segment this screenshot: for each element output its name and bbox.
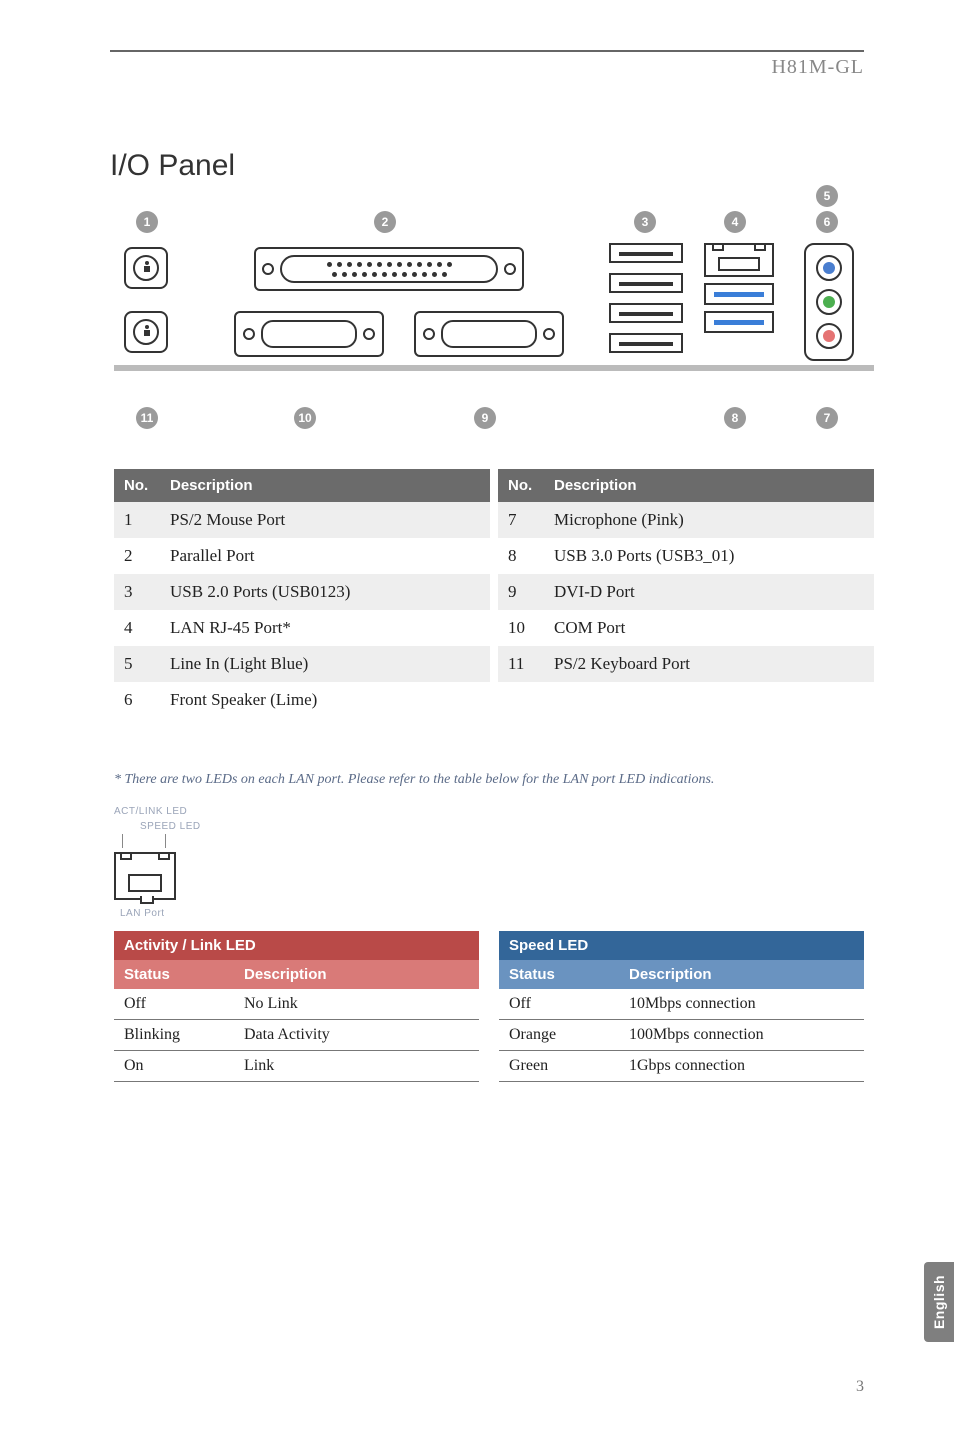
callout-9: 9 [474, 407, 496, 429]
lan-port-label: LAN Port [120, 906, 234, 921]
table-row: Green1Gbps connection [499, 1051, 864, 1082]
callout-11: 11 [136, 407, 158, 429]
callout-10: 10 [294, 407, 316, 429]
desc-head-no-right: No. [498, 469, 544, 502]
speed-led-table: Speed LED Status Description Off10Mbps c… [499, 931, 864, 1082]
table-row: 3USB 2.0 Ports (USB0123)9DVI-D Port [114, 574, 874, 610]
callout-3: 3 [634, 211, 656, 233]
lan-port-figure: ACT/LINK LED SPEED LED LAN Port [114, 804, 234, 921]
jack-mic [823, 330, 835, 342]
speed-col-desc: Description [619, 960, 864, 989]
desc-head-desc-left: Description [160, 469, 490, 502]
table-row: Orange100Mbps connection [499, 1020, 864, 1051]
table-row: 2Parallel Port8USB 3.0 Ports (USB3_01) [114, 538, 874, 574]
act-table-title: Activity / Link LED [114, 931, 479, 960]
io-panel-diagram: 1 2 3 4 5 6 [114, 211, 874, 441]
callout-1: 1 [136, 211, 158, 233]
callout-4: 4 [724, 211, 746, 233]
speed-col-status: Status [499, 960, 619, 989]
activity-link-led-table: Activity / Link LED Status Description O… [114, 931, 479, 1082]
desc-head-desc-right: Description [544, 469, 874, 502]
table-row: 4LAN RJ-45 Port*10COM Port [114, 610, 874, 646]
table-row: Off10Mbps connection [499, 989, 864, 1020]
table-row: 6Front Speaker (Lime) [114, 682, 874, 718]
callout-5: 5 [816, 185, 838, 207]
language-tab: English [924, 1262, 954, 1342]
footnote: * There are two LEDs on each LAN port. P… [114, 772, 864, 788]
act-col-status: Status [114, 960, 234, 989]
desc-head-no-left: No. [114, 469, 160, 502]
table-row: 1PS/2 Mouse Port7Microphone (Pink) [114, 502, 874, 538]
jack-line-in [823, 262, 835, 274]
page-title: I/O Panel [110, 149, 864, 183]
page-number: 3 [856, 1378, 864, 1396]
table-row: 5Line In (Light Blue)11PS/2 Keyboard Por… [114, 646, 874, 682]
description-table: No. Description No. Description 1PS/2 Mo… [114, 469, 874, 718]
callout-8: 8 [724, 407, 746, 429]
top-rule [110, 50, 864, 52]
act-link-led-label: ACT/LINK LED [114, 804, 234, 819]
act-col-desc: Description [234, 960, 479, 989]
table-row: BlinkingData Activity [114, 1020, 479, 1051]
model-label: H81M-GL [110, 56, 864, 79]
speed-table-title: Speed LED [499, 931, 864, 960]
table-row: OnLink [114, 1051, 479, 1082]
table-row: OffNo Link [114, 989, 479, 1020]
jack-speaker [823, 296, 835, 308]
callout-6: 6 [816, 211, 838, 233]
callout-7: 7 [816, 407, 838, 429]
callout-2: 2 [374, 211, 396, 233]
speed-led-label: SPEED LED [140, 819, 234, 834]
